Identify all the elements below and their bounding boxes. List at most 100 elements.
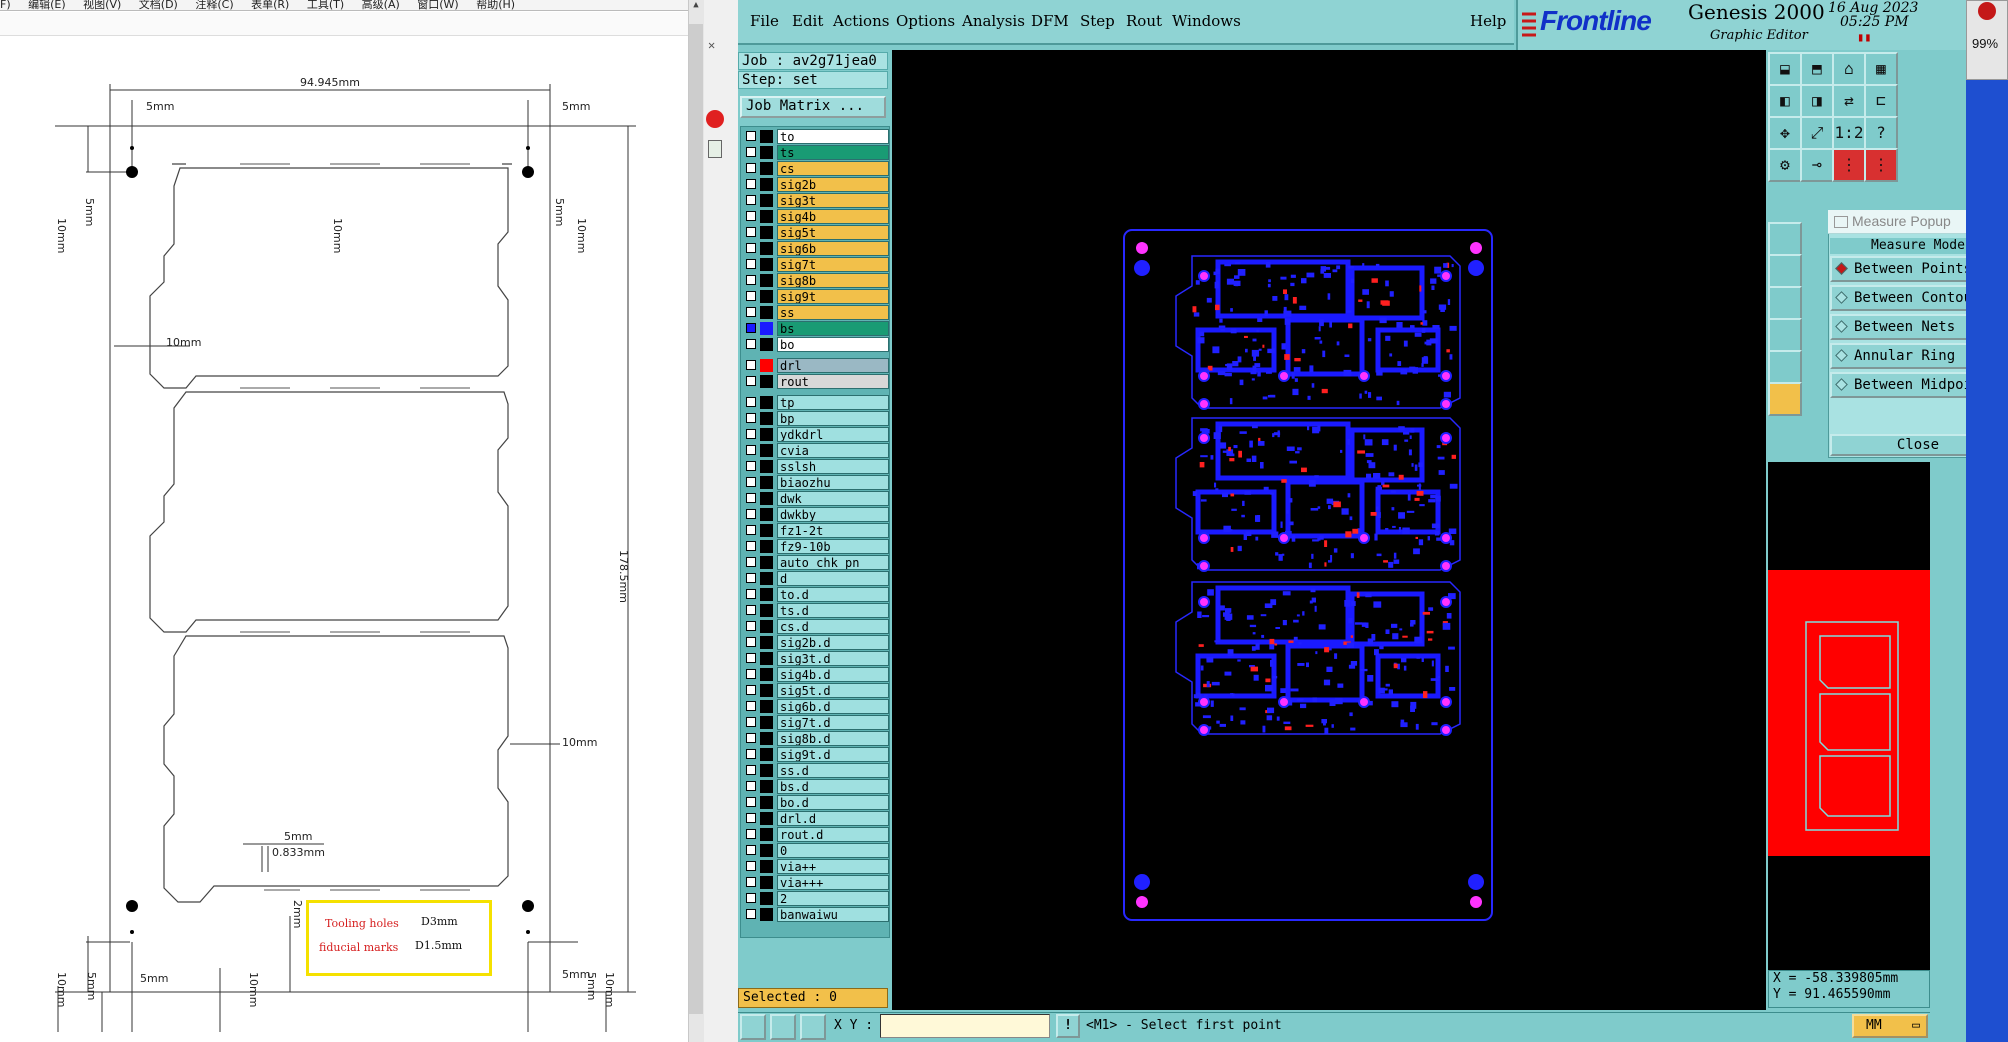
cad-menu-form[interactable]: 表单(R) [251, 0, 289, 10]
layer-row-d[interactable]: d [741, 571, 891, 586]
menu-options[interactable]: Options [896, 12, 955, 30]
job-matrix-button[interactable]: Job Matrix ... [740, 96, 886, 118]
layer-row-sig5t.d[interactable]: sig5t.d [741, 683, 891, 698]
layer-color-swatch[interactable] [760, 748, 773, 761]
layer-name[interactable]: bo [777, 337, 889, 352]
layer-color-swatch[interactable] [760, 290, 773, 303]
cad-menu-window[interactable]: 窗口(W) [417, 0, 458, 10]
layer-checkbox[interactable] [746, 275, 756, 285]
document-icon[interactable] [708, 140, 722, 158]
layer-row-via++[interactable]: via++ [741, 859, 891, 874]
graphic-canvas[interactable] [892, 50, 1766, 1010]
layer-color-swatch[interactable] [760, 540, 773, 553]
layer-row-auto_chk_pn[interactable]: auto_chk_pn [741, 555, 891, 570]
layer-name[interactable]: drl [777, 358, 889, 373]
layer-color-swatch[interactable] [760, 588, 773, 601]
pan-left-icon[interactable]: ◧ [1768, 84, 1802, 118]
layer-color-swatch[interactable] [760, 652, 773, 665]
layer-checkbox[interactable] [746, 653, 756, 663]
layer-row-dwkby[interactable]: dwkby [741, 507, 891, 522]
layer-row-drl[interactable]: drl [741, 358, 891, 373]
layer-color-swatch[interactable] [760, 620, 773, 633]
layer-name[interactable]: ss.d [777, 763, 889, 778]
layer-color-swatch[interactable] [760, 876, 773, 889]
layer-checkbox[interactable] [746, 291, 756, 301]
zoom-area-icon[interactable]: ⤢ [1800, 116, 1834, 150]
layer-name[interactable]: sig7t.d [777, 715, 889, 730]
layer-checkbox[interactable] [746, 147, 756, 157]
layer-name[interactable]: sig4b.d [777, 667, 889, 682]
layers-a-icon[interactable]: ⋮ [1832, 148, 1866, 182]
layer-row-rout.d[interactable]: rout.d [741, 827, 891, 842]
window-menu-icon[interactable] [1834, 216, 1848, 228]
layer-color-swatch[interactable] [760, 194, 773, 207]
layer-row-sig7t.d[interactable]: sig7t.d [741, 715, 891, 730]
layer-checkbox[interactable] [746, 701, 756, 711]
pointer-icon[interactable] [1768, 382, 1802, 416]
layer-checkbox[interactable] [746, 765, 756, 775]
layer-row-sig9t.d[interactable]: sig9t.d [741, 747, 891, 762]
menu-windows[interactable]: Windows [1172, 12, 1241, 30]
help-icon[interactable]: ? [1864, 116, 1898, 150]
cad-menu-document[interactable]: 文档(D) [139, 0, 178, 10]
layer-name[interactable]: banwaiwu [777, 907, 889, 922]
layer-name[interactable]: sig8b [777, 273, 889, 288]
layer-name[interactable]: cs [777, 161, 889, 176]
layer-row-drl.d[interactable]: drl.d [741, 811, 891, 826]
layer-name[interactable]: to [777, 129, 889, 144]
layer-color-swatch[interactable] [760, 684, 773, 697]
swap-icon[interactable]: ⇄ [1832, 84, 1866, 118]
layer-row-sig9t[interactable]: sig9t [741, 289, 891, 304]
layer-name[interactable]: d [777, 571, 889, 586]
layer-checkbox[interactable] [746, 360, 756, 370]
layer-checkbox[interactable] [746, 323, 756, 333]
layer-color-swatch[interactable] [760, 732, 773, 745]
layer-checkbox[interactable] [746, 829, 756, 839]
cad-menu-annotation[interactable]: 注释(C) [195, 0, 233, 10]
window-icon[interactable]: ▦ [1864, 52, 1898, 86]
layer-row-sig2b[interactable]: sig2b [741, 177, 891, 192]
layer-row-bo[interactable]: bo [741, 337, 891, 352]
layer-name[interactable]: sig9t.d [777, 747, 889, 762]
layer-checkbox[interactable] [746, 243, 756, 253]
layer-color-swatch[interactable] [760, 764, 773, 777]
layer-checkbox[interactable] [746, 445, 756, 455]
layer-checkbox[interactable] [746, 525, 756, 535]
layer-row-sig4b[interactable]: sig4b [741, 209, 891, 224]
layer-color-swatch[interactable] [760, 860, 773, 873]
layer-name[interactable]: via++ [777, 859, 889, 874]
layer-name[interactable]: ts.d [777, 603, 889, 618]
layer-color-swatch[interactable] [760, 359, 773, 372]
snap-grid-icon[interactable] [740, 1014, 766, 1040]
home-icon[interactable]: ⌂ [1832, 52, 1866, 86]
menu-help[interactable]: Help [1470, 12, 1506, 30]
layer-color-swatch[interactable] [760, 508, 773, 521]
layer-row-ydkdrl[interactable]: ydkdrl [741, 427, 891, 442]
layer-name[interactable]: rout.d [777, 827, 889, 842]
layer-checkbox[interactable] [746, 509, 756, 519]
menu-step[interactable]: Step [1080, 12, 1115, 30]
layer-row-ts[interactable]: ts [741, 145, 891, 160]
layer-color-swatch[interactable] [760, 476, 773, 489]
layer-name[interactable]: ts [777, 145, 889, 160]
record-icon[interactable] [706, 110, 724, 128]
layer-color-swatch[interactable] [760, 524, 773, 537]
layer-row-bp[interactable]: bp [741, 411, 891, 426]
layer-checkbox[interactable] [746, 813, 756, 823]
layer-row-sig2b.d[interactable]: sig2b.d [741, 635, 891, 650]
layer-row-bo.d[interactable]: bo.d [741, 795, 891, 810]
layer-row-fz9-10b[interactable]: fz9-10b [741, 539, 891, 554]
layer-checkbox[interactable] [746, 339, 756, 349]
layer-row-sig6b.d[interactable]: sig6b.d [741, 699, 891, 714]
layer-row-rout[interactable]: rout [741, 374, 891, 389]
cad-menu-tools[interactable]: 工具(T) [307, 0, 344, 10]
layer-name[interactable]: sig3t.d [777, 651, 889, 666]
layer-row-cs.d[interactable]: cs.d [741, 619, 891, 634]
layer-name[interactable]: auto_chk_pn [777, 555, 889, 570]
layer-name[interactable]: biaozhu [777, 475, 889, 490]
layer-name[interactable]: fz9-10b [777, 539, 889, 554]
layer-row-sig5t[interactable]: sig5t [741, 225, 891, 240]
layer-color-swatch[interactable] [760, 892, 773, 905]
layer-color-swatch[interactable] [760, 306, 773, 319]
cad-menu-file[interactable]: F) [0, 0, 11, 10]
